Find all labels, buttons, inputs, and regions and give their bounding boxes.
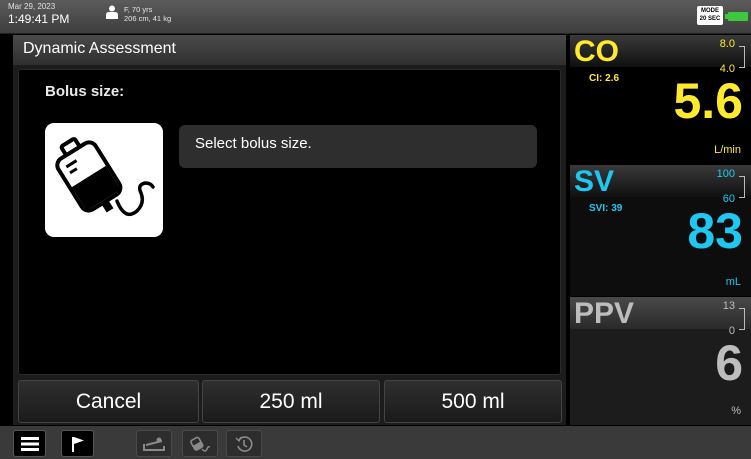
bottom-toolbar bbox=[0, 426, 751, 459]
ppv-tile[interactable]: PPV 13 0 6 % bbox=[570, 297, 751, 425]
bolus-500ml-button[interactable]: 500 ml bbox=[384, 380, 562, 423]
mode-interval: 20 SEC bbox=[699, 16, 721, 22]
iv-bag-tile bbox=[45, 123, 163, 237]
status-bar: Mar 29, 2023 1:49:41 PM F, 70 yrs 206 cm… bbox=[0, 0, 751, 34]
time-label: 1:49:41 PM bbox=[8, 12, 70, 26]
patient-info[interactable]: F, 70 yrs 206 cm, 41 kg bbox=[106, 5, 171, 23]
panel-header: Dynamic Assessment bbox=[13, 35, 566, 65]
flag-button[interactable] bbox=[61, 430, 94, 457]
bolus-250ml-button[interactable]: 250 ml bbox=[202, 380, 380, 423]
sv-value: 83 bbox=[687, 203, 743, 259]
ppv-target-high: 13 bbox=[722, 300, 735, 312]
menu-icon bbox=[20, 436, 39, 451]
sv-tile[interactable]: SV SVI: 39 100 60 83 mL bbox=[570, 165, 751, 296]
battery-icon bbox=[725, 12, 748, 21]
prompt-box: Select bolus size. bbox=[179, 125, 537, 168]
co-target-bracket bbox=[739, 46, 745, 68]
co-unit: L/min bbox=[714, 144, 741, 156]
menu-button[interactable] bbox=[13, 430, 46, 457]
ppv-name: PPV bbox=[574, 297, 635, 330]
dynamic-assessment-panel: Dynamic Assessment Bolus size: Select bo… bbox=[13, 35, 566, 425]
flag-icon bbox=[71, 436, 84, 452]
ppv-unit: % bbox=[731, 405, 741, 417]
iv-bag-icon bbox=[55, 137, 155, 217]
sv-target-bracket bbox=[739, 176, 745, 198]
sv-name: SV bbox=[574, 165, 615, 198]
ci-value: CI: 2.6 bbox=[589, 73, 620, 84]
bed-button[interactable] bbox=[136, 430, 172, 457]
panel-body: Bolus size: Select bolus size. bbox=[18, 69, 561, 375]
sv-unit: mL bbox=[725, 276, 741, 288]
sv-target-high: 100 bbox=[716, 168, 735, 180]
cancel-button[interactable]: Cancel bbox=[18, 380, 199, 423]
patient-demographics: F, 70 yrs bbox=[124, 5, 153, 14]
patient-size: 206 cm, 41 kg bbox=[124, 14, 172, 23]
co-target-high: 8.0 bbox=[719, 38, 735, 50]
mode-badge[interactable]: MODE 20 SEC bbox=[697, 6, 723, 25]
ppv-value: 6 bbox=[715, 335, 743, 391]
co-name: CO bbox=[574, 35, 619, 68]
history-icon bbox=[235, 435, 253, 452]
iv-bag-icon bbox=[190, 436, 211, 452]
iv-bag-button[interactable] bbox=[182, 430, 218, 457]
person-icon bbox=[106, 5, 118, 19]
datetime: Mar 29, 2023 1:49:41 PM bbox=[8, 2, 70, 26]
bed-icon bbox=[143, 437, 165, 451]
ppv-target-bracket bbox=[739, 308, 745, 330]
date-label: Mar 29, 2023 bbox=[8, 2, 56, 11]
co-value: 5.6 bbox=[673, 73, 743, 129]
svi-value: SVI: 39 bbox=[589, 203, 623, 214]
mode-label: MODE bbox=[701, 8, 719, 14]
co-tile[interactable]: CO CI: 2.6 8.0 4.0 5.6 L/min bbox=[570, 35, 751, 164]
bolus-size-label: Bolus size: bbox=[45, 83, 125, 100]
panel-title: Dynamic Assessment bbox=[23, 40, 176, 57]
history-button[interactable] bbox=[226, 430, 262, 457]
prompt-text: Select bolus size. bbox=[195, 135, 312, 152]
